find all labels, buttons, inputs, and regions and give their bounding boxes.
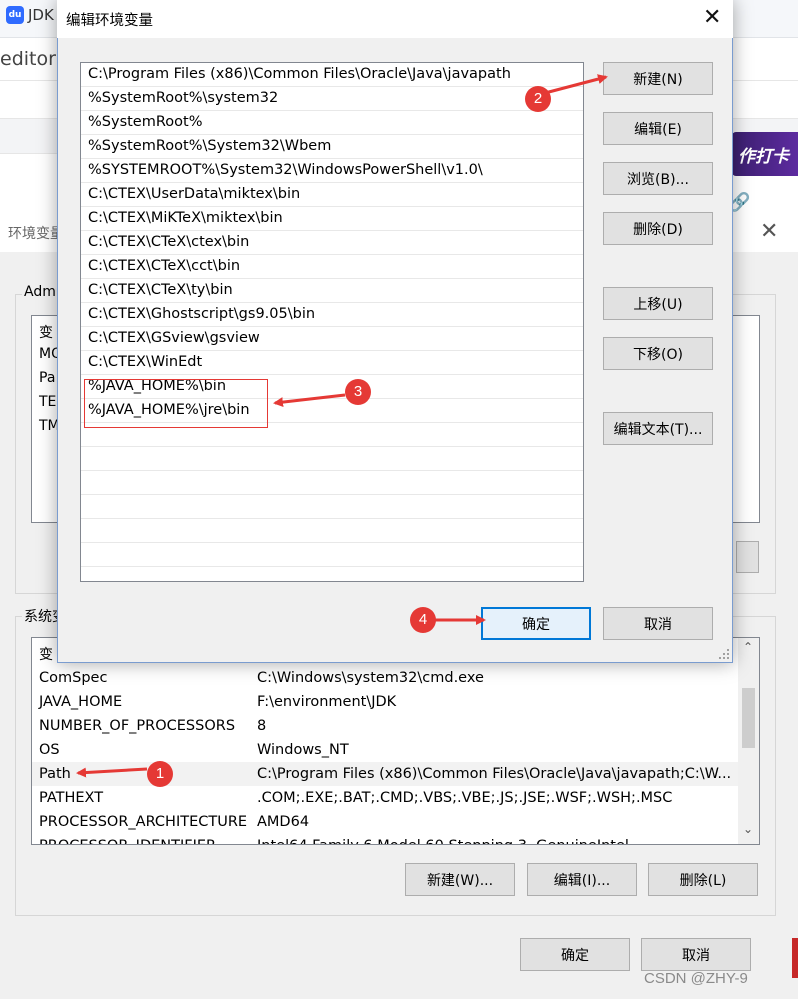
scroll-up-icon[interactable]: ⌃ bbox=[743, 640, 753, 654]
var-name: PROCESSOR_IDENTIFIER bbox=[39, 834, 216, 844]
env-cancel-button[interactable]: 取消 bbox=[641, 938, 751, 971]
var-value: Windows_NT bbox=[257, 742, 349, 758]
list-item-empty[interactable] bbox=[81, 471, 583, 495]
editor-label: editor bbox=[0, 48, 56, 70]
scroll-down-icon[interactable]: ⌄ bbox=[743, 822, 753, 836]
list-item[interactable]: C:\CTEX\GSview\gsview bbox=[81, 327, 583, 351]
var-name: PROCESSOR_ARCHITECTURE bbox=[39, 814, 248, 830]
var-value: F:\environment\JDK bbox=[257, 694, 397, 710]
list-item[interactable]: C:\CTEX\CTeX\cct\bin bbox=[81, 255, 583, 279]
var-name: PATHEXT bbox=[39, 790, 104, 806]
var-value: C:\Program Files (x86)\Common Files\Orac… bbox=[257, 766, 732, 782]
var-value: AMD64 bbox=[257, 814, 310, 830]
path-entries-list[interactable]: C:\Program Files (x86)\Common Files\Orac… bbox=[80, 62, 584, 582]
table-row[interactable]: ComSpec C:\Windows\system32\cmd.exe bbox=[32, 666, 738, 690]
list-item[interactable]: C:\CTEX\MiKTeX\miktex\bin bbox=[81, 207, 583, 231]
close-icon[interactable]: ✕ bbox=[703, 6, 721, 30]
dialog-title: 编辑环境变量 bbox=[66, 13, 153, 29]
list-item[interactable]: C:\Program Files (x86)\Common Files\Orac… bbox=[81, 63, 583, 87]
move-down-button[interactable]: 下移(O) bbox=[603, 337, 713, 370]
dialog-cancel-button[interactable]: 取消 bbox=[603, 607, 713, 640]
list-item[interactable]: C:\CTEX\CTeX\ctex\bin bbox=[81, 231, 583, 255]
env-ok-button[interactable]: 确定 bbox=[520, 938, 630, 971]
resize-grip-icon[interactable] bbox=[716, 646, 730, 660]
table-row[interactable]: OS Windows_NT bbox=[32, 738, 738, 762]
edit-path-button[interactable]: 编辑(E) bbox=[603, 112, 713, 145]
system-delete-button[interactable]: 删除(L) bbox=[648, 863, 758, 896]
list-item[interactable]: C:\CTEX\CTeX\ty\bin bbox=[81, 279, 583, 303]
var-name: JAVA_HOME bbox=[39, 694, 123, 710]
scrollbar-thumb[interactable] bbox=[742, 688, 755, 748]
new-path-button[interactable]: 新建(N) bbox=[603, 62, 713, 95]
annotation-marker: 1 bbox=[147, 761, 173, 787]
list-item[interactable]: Pa bbox=[39, 370, 55, 386]
list-item[interactable]: %SystemRoot%\System32\Wbem bbox=[81, 135, 583, 159]
dialog-titlebar bbox=[57, 0, 733, 38]
var-value: Intel64 Family 6 Model 60 Stepping 3, Ge… bbox=[257, 834, 737, 844]
var-name: OS bbox=[39, 742, 60, 758]
browse-path-button[interactable]: 浏览(B)... bbox=[603, 162, 713, 195]
annotation-marker: 2 bbox=[525, 86, 551, 112]
list-item[interactable]: %SystemRoot% bbox=[81, 111, 583, 135]
system-edit-button[interactable]: 编辑(I)... bbox=[527, 863, 637, 896]
list-item-empty[interactable] bbox=[81, 519, 583, 543]
edit-text-button[interactable]: 编辑文本(T)... bbox=[603, 412, 713, 445]
list-item[interactable]: C:\CTEX\Ghostscript\gs9.05\bin bbox=[81, 303, 583, 327]
highlight-box bbox=[84, 379, 268, 428]
var-name: Path bbox=[39, 766, 71, 782]
table-row-path-selected[interactable]: Path C:\Program Files (x86)\Common Files… bbox=[32, 762, 738, 786]
var-value: C:\Windows\system32\cmd.exe bbox=[257, 670, 484, 686]
table-row[interactable]: PATHEXT .COM;.EXE;.BAT;.CMD;.VBS;.VBE;.J… bbox=[32, 786, 738, 810]
list-item[interactable]: %SYSTEMROOT%\System32\WindowsPowerShell\… bbox=[81, 159, 583, 183]
watermark: CSDN @ZHY-9 bbox=[644, 970, 748, 987]
annotation-marker: 4 bbox=[410, 607, 436, 633]
table-row[interactable]: JAVA_HOME F:\environment\JDK bbox=[32, 690, 738, 714]
browser-tab-title[interactable]: JDK bbox=[28, 6, 54, 24]
annotation-marker: 3 bbox=[345, 379, 371, 405]
system-variables-list[interactable]: 变 ComSpec C:\Windows\system32\cmd.exe JA… bbox=[31, 637, 760, 845]
user-delete-button[interactable] bbox=[736, 541, 759, 573]
var-value: .COM;.EXE;.BAT;.CMD;.VBS;.VBE;.JS;.JSE;.… bbox=[257, 790, 673, 806]
system-new-button[interactable]: 新建(W)... bbox=[405, 863, 515, 896]
user-variables-label: Adm bbox=[22, 284, 58, 300]
list-item[interactable]: C:\CTEX\WinEdt bbox=[81, 351, 583, 375]
side-strip bbox=[792, 938, 798, 978]
list-item[interactable]: TE bbox=[39, 394, 56, 410]
dialog-ok-button[interactable]: 确定 bbox=[481, 607, 591, 640]
var-name: ComSpec bbox=[39, 670, 108, 686]
move-up-button[interactable]: 上移(U) bbox=[603, 287, 713, 320]
table-row[interactable]: PROCESSOR_IDENTIFIER Intel64 Family 6 Mo… bbox=[32, 834, 738, 844]
list-item-empty[interactable] bbox=[81, 495, 583, 519]
system-list-header[interactable]: 变 bbox=[39, 644, 53, 664]
baidu-paw-icon: du bbox=[6, 6, 24, 24]
list-item-empty[interactable] bbox=[81, 543, 583, 567]
var-value: 8 bbox=[257, 718, 267, 734]
env-window-title: 环境变量 bbox=[8, 226, 64, 242]
var-name: NUMBER_OF_PROCESSORS bbox=[39, 718, 236, 734]
system-list-scrollbar[interactable]: ⌃ ⌄ bbox=[738, 638, 759, 844]
list-item-empty[interactable] bbox=[81, 447, 583, 471]
list-item[interactable]: %SystemRoot%\system32 bbox=[81, 87, 583, 111]
close-icon[interactable]: ✕ bbox=[760, 220, 778, 244]
table-row[interactable]: NUMBER_OF_PROCESSORS 8 bbox=[32, 714, 738, 738]
user-list-header[interactable]: 变 bbox=[39, 322, 53, 342]
delete-path-button[interactable]: 删除(D) bbox=[603, 212, 713, 245]
table-row[interactable]: PROCESSOR_ARCHITECTURE AMD64 bbox=[32, 810, 738, 834]
list-item[interactable]: C:\CTEX\UserData\miktex\bin bbox=[81, 183, 583, 207]
promo-banner-text: 作打卡 bbox=[738, 147, 789, 167]
